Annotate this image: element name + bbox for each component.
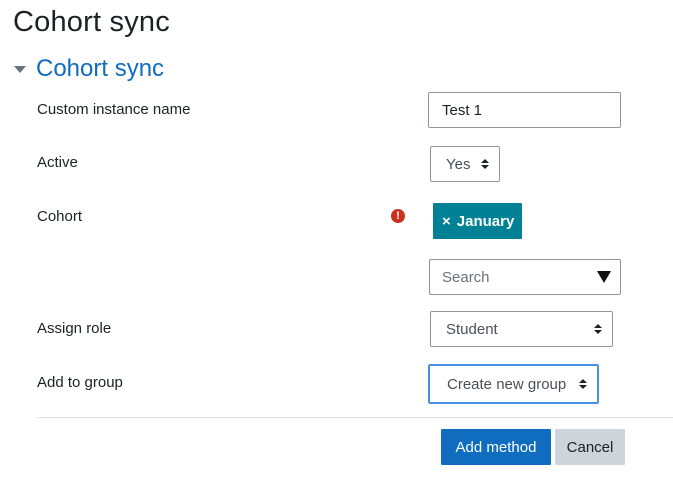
- cohort-label: Cohort: [37, 208, 83, 225]
- select-arrows-icon: [481, 159, 489, 169]
- add-to-group-label: Add to group: [37, 374, 123, 391]
- section-header[interactable]: Cohort sync: [14, 55, 164, 83]
- instance-name-label: Custom instance name: [37, 101, 191, 118]
- active-label: Active: [37, 154, 78, 171]
- instance-name-input[interactable]: Test 1: [428, 92, 621, 128]
- cohort-search-input[interactable]: Search: [429, 259, 621, 295]
- exclamation-circle-icon: !: [391, 209, 405, 223]
- active-select-value: Yes: [446, 155, 471, 173]
- add-to-group-value: Create new group: [447, 375, 567, 393]
- instance-name-value: Test 1: [442, 101, 483, 119]
- dropdown-caret-icon[interactable]: [597, 271, 611, 283]
- add-method-button[interactable]: Add method: [441, 429, 551, 465]
- select-arrows-icon: [579, 379, 587, 389]
- select-arrows-icon: [594, 324, 602, 334]
- cancel-button[interactable]: Cancel: [555, 429, 625, 465]
- assign-role-select[interactable]: Student: [430, 311, 613, 347]
- assign-role-value: Student: [446, 320, 498, 338]
- chevron-down-icon[interactable]: [14, 66, 26, 73]
- form-divider: [37, 417, 673, 418]
- active-select[interactable]: Yes: [430, 146, 500, 182]
- cohort-search-placeholder: Search: [442, 268, 490, 286]
- cohort-tag-january[interactable]: × January: [433, 203, 523, 239]
- add-to-group-select[interactable]: Create new group: [428, 364, 599, 404]
- section-title[interactable]: Cohort sync: [36, 55, 164, 83]
- remove-tag-icon[interactable]: ×: [442, 213, 451, 230]
- cohort-tag-label: January: [456, 212, 515, 230]
- page-title: Cohort sync: [13, 6, 170, 38]
- assign-role-label: Assign role: [37, 320, 112, 337]
